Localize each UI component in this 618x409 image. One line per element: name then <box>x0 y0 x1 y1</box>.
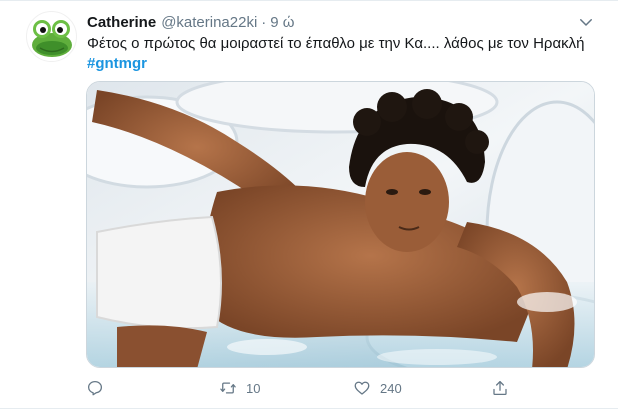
tweet-actions: 10 240 <box>86 376 509 400</box>
share-icon <box>493 380 507 396</box>
like-button[interactable]: 240 <box>353 376 402 400</box>
avatar[interactable] <box>26 11 77 62</box>
hashtag-link[interactable]: #gntmgr <box>87 55 147 72</box>
author-handle[interactable]: @katerina22ki <box>161 14 257 31</box>
photo-icon <box>87 82 594 367</box>
reply-icon <box>87 380 103 396</box>
heart-icon <box>354 381 370 395</box>
tweet-text: Φέτος ο πρώτος θα μοιραστεί το έπαθλο με… <box>87 34 587 74</box>
retweet-count: 10 <box>246 380 261 396</box>
retweet-button[interactable]: 10 <box>219 376 260 400</box>
separator-dot: · <box>261 13 267 31</box>
tweet-timestamp[interactable]: 9 ώ <box>270 14 294 31</box>
share-button[interactable] <box>491 376 509 400</box>
reply-button[interactable] <box>86 376 113 400</box>
divider-top <box>0 0 618 1</box>
tweet-card[interactable]: Catherine @katerina22ki · 9 ώ Φέτος ο πρ… <box>0 0 618 409</box>
chevron-down-icon[interactable] <box>577 13 595 31</box>
tweet-header: Catherine @katerina22ki · 9 ώ <box>87 12 295 32</box>
frog-avatar-icon <box>32 20 72 57</box>
like-count: 240 <box>380 380 402 396</box>
tweet-body: Φέτος ο πρώτος θα μοιραστεί το έπαθλο με… <box>87 35 585 52</box>
tweet-media[interactable] <box>86 81 595 368</box>
author-name[interactable]: Catherine <box>87 14 156 31</box>
retweet-icon <box>220 382 236 394</box>
